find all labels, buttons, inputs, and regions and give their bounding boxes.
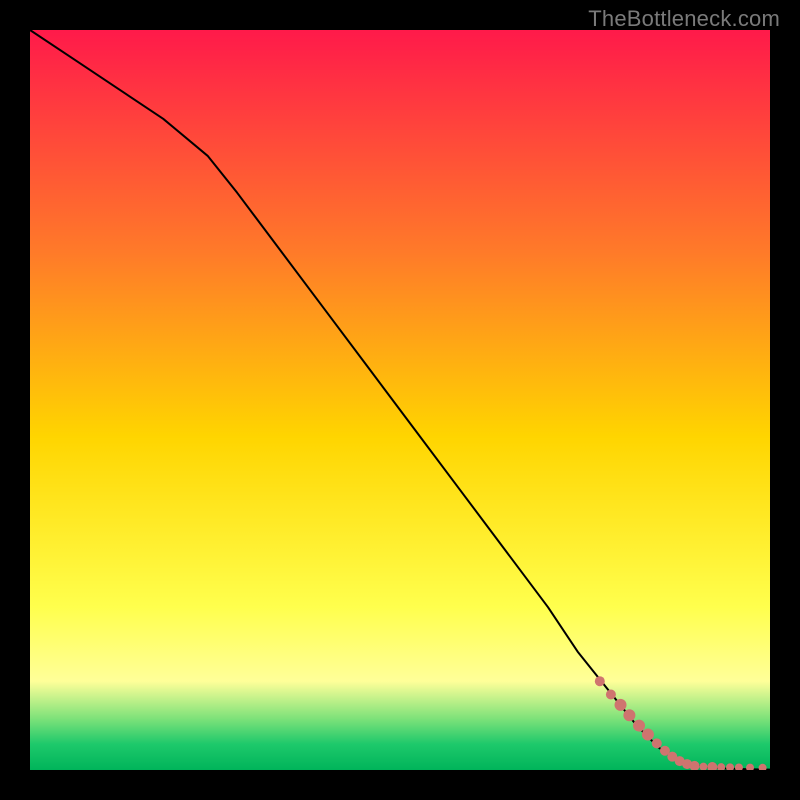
data-point [642,728,654,740]
data-point [707,762,717,770]
data-point [606,690,616,700]
watermark-text: TheBottleneck.com [588,6,780,32]
data-point [595,676,605,686]
data-point [726,763,734,770]
data-point [735,763,743,770]
data-point [623,709,635,721]
data-point [759,764,767,770]
scatter-points [30,30,770,770]
data-point [699,763,707,770]
plot-area [30,30,770,770]
data-point [633,720,645,732]
data-point [746,764,754,770]
data-point [615,699,627,711]
chart-stage: TheBottleneck.com [0,0,800,800]
data-point [717,763,725,770]
data-point [652,738,662,748]
